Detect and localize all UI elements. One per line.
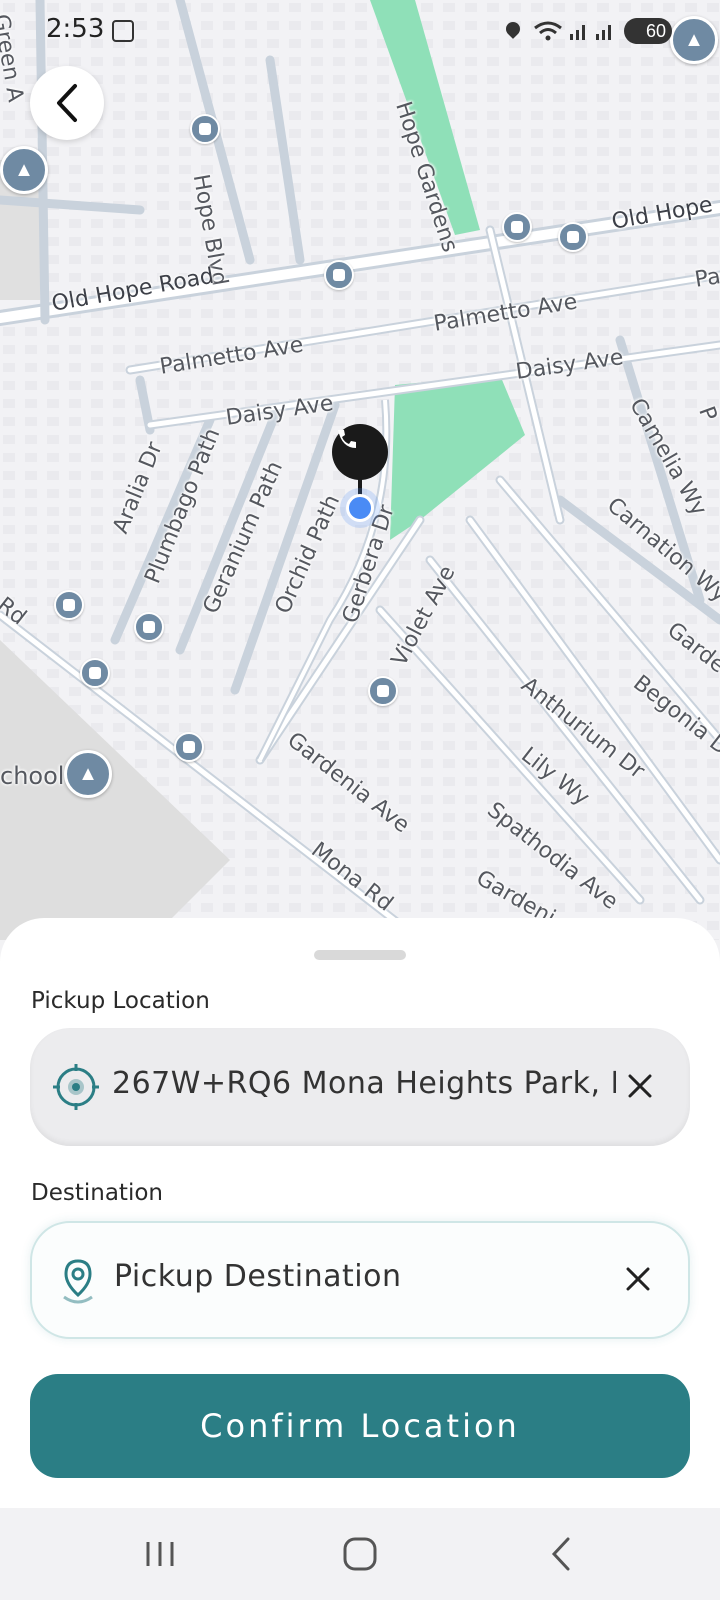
battery-icon: 60: [624, 18, 672, 44]
signal-icon: [596, 25, 611, 40]
location-status-icon: [503, 19, 523, 39]
current-location-dot: [346, 494, 374, 522]
bus-stop-icon[interactable]: [174, 732, 204, 762]
bus-stop-icon[interactable]: [80, 658, 110, 688]
street-label: chool: [0, 762, 65, 790]
wifi-icon: [534, 21, 562, 41]
close-icon: [628, 1074, 652, 1098]
bus-stop-icon[interactable]: [190, 114, 220, 144]
pickup-pin-icon: [332, 424, 388, 480]
system-nav-bar: [0, 1508, 720, 1600]
pickup-location-input[interactable]: 267W+RQ6 Mona Heights Park, K: [112, 1066, 616, 1101]
recent-apps-icon[interactable]: [140, 1534, 180, 1574]
bus-stop-icon[interactable]: [54, 590, 84, 620]
bus-stop-icon[interactable]: [502, 212, 532, 242]
confirm-location-button[interactable]: Confirm Location: [30, 1374, 690, 1478]
status-bar: 2:53 60: [0, 0, 720, 64]
map-view[interactable]: Green A Hope Blvd Hope Gardens Old Hope …: [0, 0, 720, 940]
status-time: 2:53: [46, 14, 105, 44]
bus-stop-icon[interactable]: [368, 676, 398, 706]
street-label: Pa: [693, 264, 720, 293]
school-icon[interactable]: ▲: [64, 750, 112, 798]
home-icon[interactable]: [340, 1534, 380, 1574]
destination-input[interactable]: Pickup Destination: [114, 1259, 618, 1294]
bus-stop-icon[interactable]: [134, 612, 164, 642]
school-icon[interactable]: ▲: [0, 146, 48, 194]
destination-field[interactable]: Pickup Destination: [30, 1221, 690, 1339]
close-icon: [626, 1267, 650, 1291]
screenshot-icon: [112, 20, 134, 42]
chevron-left-icon: [57, 84, 77, 122]
battery-level: 60: [645, 20, 666, 41]
bus-stop-icon[interactable]: [324, 260, 354, 290]
back-nav-icon[interactable]: [542, 1534, 582, 1574]
pickup-marker[interactable]: [332, 424, 388, 524]
clear-pickup-button[interactable]: [620, 1066, 660, 1106]
pickup-location-label: Pickup Location: [31, 988, 210, 1014]
signal-icon: [570, 25, 585, 40]
crosshair-target-icon: [53, 1064, 99, 1110]
pickup-location-field[interactable]: 267W+RQ6 Mona Heights Park, K: [30, 1028, 690, 1146]
destination-label: Destination: [31, 1180, 163, 1206]
sheet-drag-handle[interactable]: [314, 950, 406, 960]
location-pin-icon: [63, 1259, 93, 1304]
location-bottom-sheet: Pickup Location 267W+RQ6 Mona Heights Pa…: [0, 918, 720, 1508]
bus-stop-icon[interactable]: [558, 222, 588, 252]
back-button[interactable]: [30, 66, 104, 140]
clear-destination-button[interactable]: [618, 1259, 658, 1299]
